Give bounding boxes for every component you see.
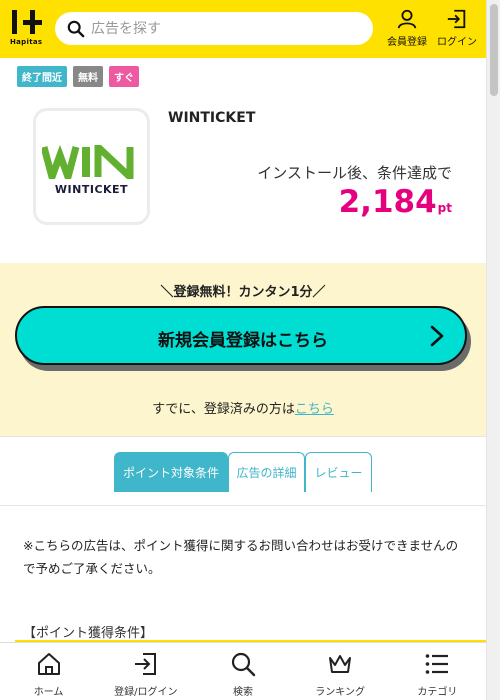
tab-reviews[interactable]: レビュー [305, 452, 372, 492]
user-icon [397, 9, 417, 29]
winticket-logo-mark [42, 145, 134, 179]
nav-login[interactable]: 登録/ログイン [97, 643, 194, 700]
condition-heading: 【ポイント獲得条件】 [23, 626, 154, 641]
header-login-button[interactable]: ログイン [437, 8, 477, 48]
badge-free: 無料 [73, 66, 103, 87]
login-icon [447, 9, 466, 29]
header-register-button[interactable]: 会員登録 [387, 8, 427, 48]
detail-tabs: ポイント対象条件 広告の詳細 レビュー [0, 436, 486, 506]
scrollbar-thumb[interactable] [490, 4, 498, 96]
already-registered-prefix: すでに、登録済みの方は [152, 402, 295, 417]
badge-ending-soon: 終了間近 [17, 66, 67, 87]
list-icon [426, 654, 449, 674]
nav-home[interactable]: ホーム [0, 643, 97, 700]
login-icon [134, 653, 156, 675]
nav-ranking[interactable]: ランキング [292, 643, 389, 700]
search-icon [231, 652, 256, 677]
main-content: 終了間近 無料 すぐ WINTICKET WINTICKET インストール後、条… [0, 58, 486, 642]
points-display: 2,184pt [339, 184, 452, 220]
register-button[interactable]: 新規会員登録はこちら [15, 306, 471, 371]
nav-search-label: 検索 [232, 687, 253, 698]
already-registered-text: すでに、登録済みの方はこちら [0, 398, 486, 417]
bottom-nav: ホーム 登録/ログイン 検索 ランキング カテゴリ [0, 642, 486, 700]
register-section: ＼登録無料！カンタン1分／ 新規会員登録はこちら すでに、登録済みの方はこちら [0, 263, 486, 436]
nav-category[interactable]: カテゴリ [389, 643, 486, 700]
register-button-label: 新規会員登録はこちら [158, 331, 328, 351]
search-input[interactable] [91, 20, 351, 37]
search-box[interactable] [55, 12, 373, 45]
header-register-label: 会員登録 [387, 37, 427, 48]
inquiry-note: ※こちらの広告は、ポイント獲得に関するお問い合わせはお受けできませんので予めご了… [23, 538, 459, 576]
ad-logo-card: WINTICKET [33, 108, 150, 225]
search-icon [67, 20, 85, 37]
winticket-logo-text: WINTICKET [54, 183, 129, 196]
ad-condition: インストール後、条件達成で [257, 164, 452, 182]
nav-ranking-label: ランキング [315, 687, 365, 698]
tab-ad-details[interactable]: 広告の詳細 [228, 452, 305, 492]
nav-login-label: 登録/ログイン [114, 687, 178, 698]
logo-text: Hapitas [10, 38, 43, 46]
nav-category-label: カテゴリ [417, 687, 458, 698]
crown-icon [329, 655, 352, 673]
home-icon [37, 653, 60, 675]
nav-home-label: ホーム [33, 687, 64, 698]
ad-title: WINTICKET [168, 110, 256, 126]
badge-instant: すぐ [109, 66, 139, 87]
register-catchphrase: ＼登録無料！カンタン1分／ [160, 285, 326, 300]
app-header: Hapitas 会員登録 ログイン [0, 0, 486, 58]
chevron-right-icon [430, 325, 444, 347]
tab-point-conditions[interactable]: ポイント対象条件 [114, 452, 228, 492]
nav-search[interactable]: 検索 [194, 643, 291, 700]
page-scrollbar[interactable] [486, 0, 500, 700]
already-registered-link[interactable]: こちら [295, 402, 334, 417]
header-login-label: ログイン [437, 37, 477, 48]
points-value: 2,184 [338, 184, 437, 220]
hapitas-logo[interactable]: Hapitas [10, 8, 46, 48]
points-unit: pt [437, 201, 452, 215]
badge-list: 終了間近 無料 すぐ [17, 66, 139, 87]
logo-mark [12, 8, 42, 36]
